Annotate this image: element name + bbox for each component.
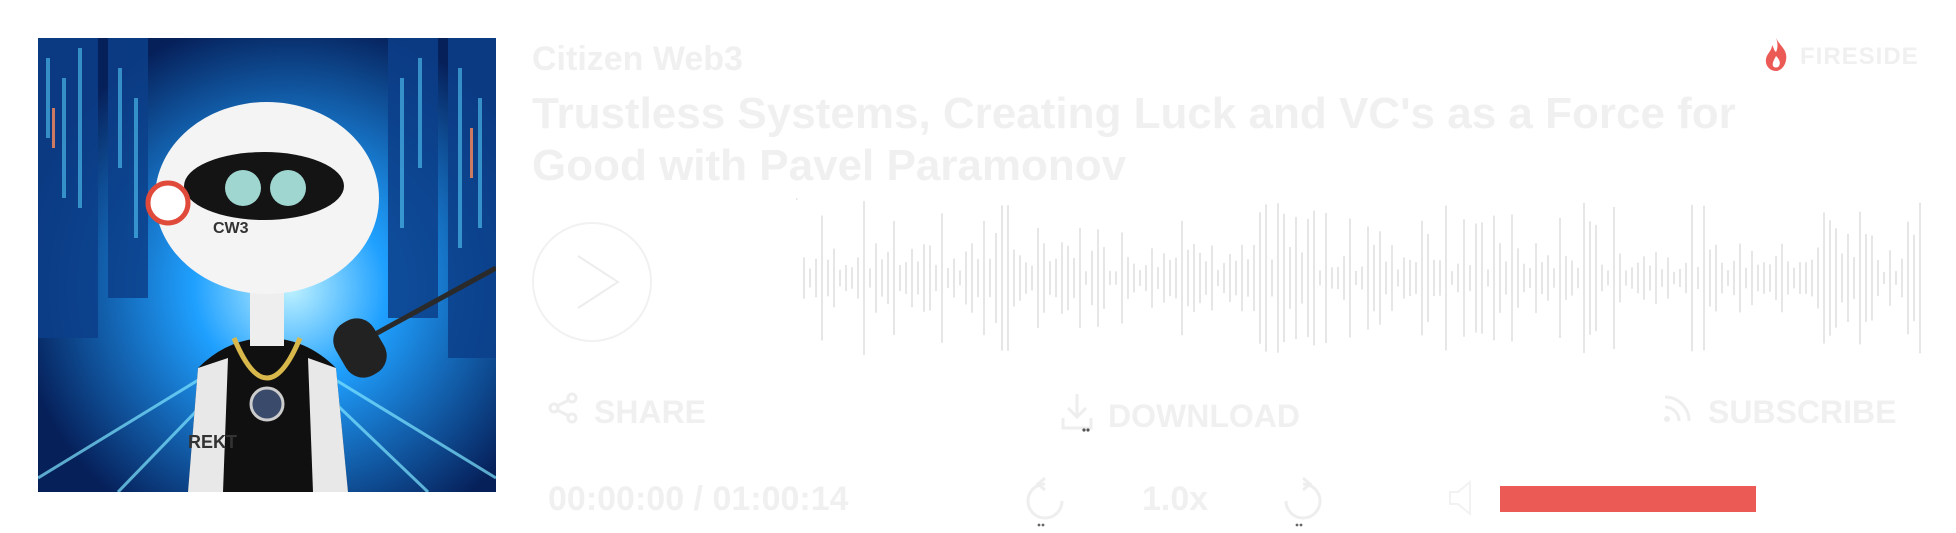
forward-15-icon	[1284, 476, 1322, 527]
play-button[interactable]	[532, 222, 652, 342]
cover-helmet-text: CW3	[213, 220, 249, 237]
share-label: SHARE	[594, 393, 707, 430]
forward-button[interactable]	[1276, 474, 1330, 533]
episode-title[interactable]: Trustless Systems, Creating Luck and VC'…	[532, 88, 1842, 192]
subscribe-button[interactable]: SUBSCRIBE	[1662, 392, 1896, 432]
waveform[interactable]	[796, 198, 1926, 358]
volume-slider[interactable]	[1500, 486, 1756, 512]
rewind-15-icon	[1026, 476, 1064, 527]
share-button[interactable]: SHARE	[548, 392, 706, 432]
cover-art: CW3 REKT	[38, 38, 496, 492]
download-button[interactable]: DOWNLOAD	[1060, 392, 1300, 440]
time-display: 00:00:00 / 01:00:14	[548, 480, 849, 518]
brand-name: FIRESIDE	[1800, 42, 1919, 70]
flame-icon	[1762, 36, 1790, 77]
brand-logo[interactable]: FIRESIDE	[1762, 36, 1919, 77]
rewind-button[interactable]	[1018, 474, 1072, 533]
volume-icon	[1449, 479, 1471, 517]
cover-tattoo-text: REKT	[188, 432, 237, 452]
podcast-name[interactable]: Citizen Web3	[532, 40, 743, 79]
volume-button[interactable]	[1446, 478, 1480, 523]
download-label: DOWNLOAD	[1108, 397, 1300, 434]
volume-level	[1500, 486, 1756, 512]
share-icon	[548, 392, 580, 432]
subscribe-label: SUBSCRIBE	[1708, 393, 1897, 430]
download-icon	[1060, 392, 1094, 440]
play-icon	[577, 255, 620, 309]
rss-icon	[1662, 392, 1694, 432]
playback-speed[interactable]: 1.0x	[1142, 480, 1208, 519]
